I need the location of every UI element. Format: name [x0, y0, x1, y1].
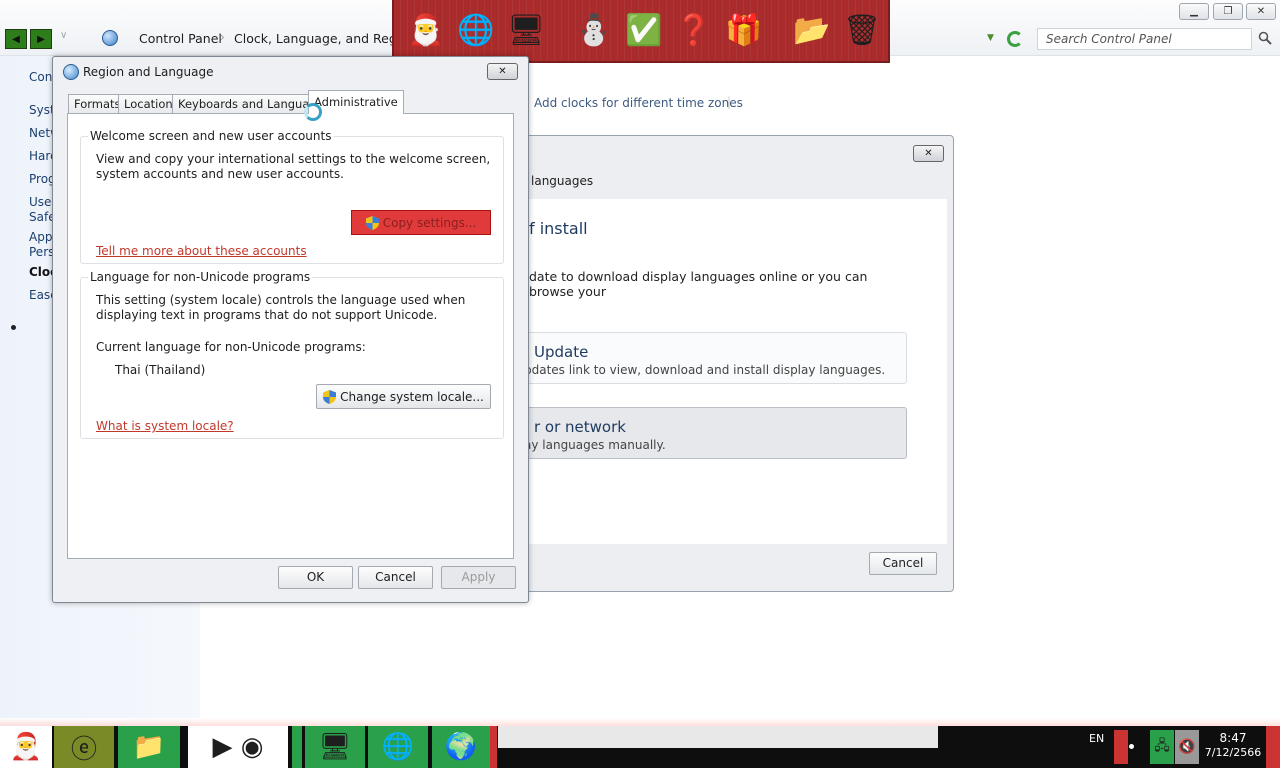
busy-cursor-icon [304, 103, 322, 121]
install-languages-dialog: ✕ languages f install date to download d… [519, 135, 954, 592]
nav-programs[interactable]: Prog [29, 172, 53, 186]
link-separator: | [727, 95, 732, 109]
uac-shield-icon [323, 389, 337, 404]
back-arrow-icon: ◀ [12, 33, 20, 45]
santa-monitor-icon[interactable]: 🎅 [404, 9, 448, 53]
control-panel-window-icon[interactable]: 🖥 [504, 9, 548, 53]
icon-toolbar: 🎅 🌐 🖥 ⛄ ✅ ❓ 🎁 📂 🗑 [392, 0, 890, 63]
internet-explorer-icon[interactable]: ⓔ [54, 726, 114, 768]
restore-button[interactable]: ❐ [1213, 3, 1243, 20]
region-language-task-icon[interactable]: 🌍 [432, 726, 490, 768]
uac-shield-icon [365, 215, 379, 230]
start-button-santa-icon[interactable]: 🎅 [0, 726, 52, 768]
breadcrumb-clock-language-region[interactable]: Clock, Language, and Region [234, 31, 416, 46]
forward-arrow-icon: ▶ [37, 33, 45, 45]
nav-family-safety[interactable]: Safe [29, 210, 53, 224]
install-cancel-button[interactable]: Cancel [869, 552, 937, 575]
gift-icon[interactable]: 🎁 [722, 9, 766, 53]
breadcrumb-separator-icon[interactable]: › [220, 30, 225, 44]
control-panel-icon [102, 30, 118, 46]
recycle-bin-icon[interactable]: 🗑 [840, 9, 884, 53]
search-input[interactable]: Search Control Panel [1037, 28, 1252, 50]
clock-date[interactable]: 7/12/2566 [1204, 746, 1262, 759]
launch-windows-update-option[interactable]: Update pdates link to view, download and… [519, 332, 907, 384]
clock-time[interactable]: 8:47 [1204, 731, 1262, 745]
nav-personalization[interactable]: Pers [29, 245, 53, 259]
close-button[interactable]: ✕ [1246, 3, 1276, 20]
region-language-dialog: Region and Language ✕ Formats Location K… [52, 56, 529, 603]
group-title: Language for non-Unicode programs [88, 270, 313, 284]
network-globe-icon[interactable]: 🌐 [454, 9, 498, 53]
option-title: Update [534, 343, 589, 361]
group-description: This setting (system locale) controls th… [96, 293, 466, 322]
change-locale-label: Change system locale... [340, 389, 484, 404]
clock-language-task-icon[interactable]: 🌐 [368, 726, 428, 768]
folder-icon[interactable]: 📂 [790, 9, 834, 53]
address-dropdown-icon[interactable]: ▼ [987, 33, 994, 43]
dialog-title: Region and Language [83, 65, 214, 79]
browse-computer-network-option[interactable]: r or network ay languages manually. [519, 407, 907, 459]
language-indicator[interactable]: EN [1089, 732, 1104, 745]
taskbar-divider [490, 726, 497, 768]
install-dialog-body: f install date to download display langu… [519, 199, 947, 544]
system-locale-help-link[interactable]: What is system locale? [96, 419, 234, 433]
show-desktop-button[interactable] [1266, 726, 1280, 768]
tray-dot [1129, 744, 1134, 749]
snowman-icon[interactable]: ⛄ [572, 9, 616, 53]
copy-settings-label: Copy settings... [382, 215, 477, 230]
tab-location[interactable]: Location [118, 94, 179, 113]
nav-control-panel-home[interactable]: Cont [29, 70, 53, 84]
forward-button[interactable]: ▶ [30, 29, 52, 49]
cancel-button[interactable]: Cancel [358, 566, 433, 589]
install-description: date to download display languages onlin… [529, 269, 868, 299]
default-programs-icon[interactable]: ✅ [622, 9, 666, 53]
current-item-bullet [11, 325, 16, 330]
tray-block [1114, 730, 1128, 764]
administrative-panel: Welcome screen and new user accounts Vie… [67, 113, 514, 559]
nav-network[interactable]: Netw [29, 126, 53, 140]
help-icon[interactable]: ❓ [672, 9, 716, 53]
globe-icon [63, 64, 79, 80]
back-button[interactable]: ◀ [5, 29, 27, 49]
refresh-icon[interactable] [1007, 31, 1023, 47]
change-system-locale-button[interactable]: Change system locale... [316, 384, 491, 409]
nav-ease-of-access[interactable]: Ease [29, 288, 53, 302]
copy-settings-button[interactable]: Copy settings... [351, 210, 491, 235]
current-language-value: Thai (Thailand) [115, 363, 206, 377]
option-description: ay languages manually. [524, 438, 666, 452]
taskbar: 🎅 ⓔ 📁 ▶ ◉ 🖥 🌐 🌍 EN 🖧 🔇 8:47 7/12/2566 [0, 726, 1280, 768]
welcome-screen-group: Welcome screen and new user accounts Vie… [80, 129, 504, 264]
option-title: r or network [534, 418, 626, 436]
media-chrome-icon[interactable]: ▶ ◉ [188, 726, 288, 768]
group-description: View and copy your international setting… [96, 152, 491, 181]
search-icon[interactable] [1258, 31, 1272, 45]
install-heading: f install [529, 219, 588, 238]
breadcrumb-control-panel[interactable]: Control Panel [139, 31, 222, 46]
recent-pages-chevron-icon[interactable]: ∨ [60, 30, 67, 41]
option-description: pdates link to view, download and instal… [524, 363, 886, 377]
current-language-label: Current language for non-Unicode program… [96, 340, 366, 354]
install-dialog-close-button[interactable]: ✕ [913, 145, 944, 162]
tab-administrative[interactable]: Administrative [308, 90, 404, 114]
network-tray-icon[interactable]: 🖧 [1150, 730, 1174, 764]
ok-button[interactable]: OK [278, 566, 353, 589]
nav-user-accounts[interactable]: User [29, 195, 53, 209]
taskbar-strip [292, 726, 302, 768]
taskbar-empty-area [498, 726, 938, 748]
file-explorer-icon[interactable]: 📁 [118, 726, 180, 768]
nav-clock-language-region[interactable]: Clock [29, 265, 53, 279]
non-unicode-group: Language for non-Unicode programs This s… [80, 270, 504, 439]
nav-appearance[interactable]: App [29, 230, 53, 244]
group-title: Welcome screen and new user accounts [88, 129, 334, 143]
accounts-help-link[interactable]: Tell me more about these accounts [96, 244, 307, 258]
minimize-button[interactable]: ▁ [1179, 3, 1209, 20]
control-panel-task-icon[interactable]: 🖥 [305, 726, 365, 768]
nav-system-security[interactable]: Syste [29, 103, 53, 117]
nav-hardware[interactable]: Hard [29, 149, 53, 163]
apply-button[interactable]: Apply [441, 566, 516, 589]
dialog-close-button[interactable]: ✕ [487, 63, 518, 80]
install-dialog-title: languages [531, 174, 594, 188]
volume-muted-icon[interactable]: 🔇 [1175, 730, 1199, 764]
add-clocks-link[interactable]: Add clocks for different time zones [534, 96, 743, 110]
